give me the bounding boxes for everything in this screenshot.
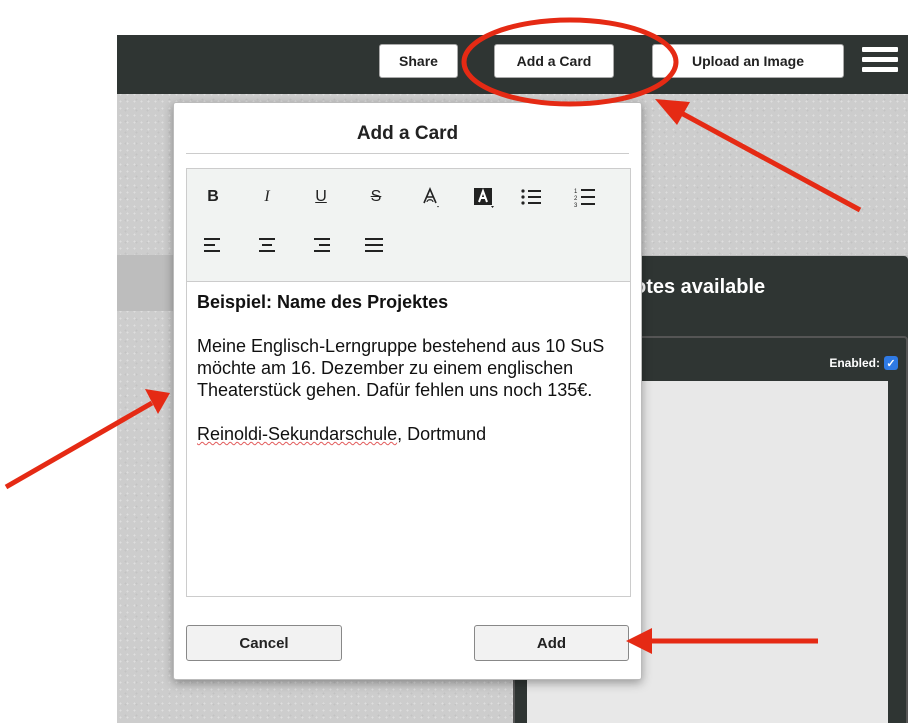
svg-text:2: 2 [574,196,578,202]
hamburger-icon[interactable] [862,47,898,77]
add-button[interactable]: Add [474,625,629,661]
svg-text:1: 1 [574,189,578,195]
numbered-list-icon[interactable]: 123 [571,183,599,211]
enabled-label: Enabled: [829,356,880,370]
svg-text:3: 3 [574,203,578,208]
align-center-icon[interactable] [253,231,281,259]
align-right-icon[interactable] [307,231,335,259]
card-heading: Beispiel: Name des Projektes [197,292,449,312]
enabled-toggle[interactable]: Enabled: ✓ [829,356,898,370]
align-left-icon[interactable] [199,231,227,259]
upload-image-button[interactable]: Upload an Image [652,44,844,78]
strikethrough-button[interactable]: S [362,183,390,211]
rich-text-editor[interactable]: B I U S 123 Beispiel: Name des Projektes… [186,168,631,597]
signature-rest: , Dortmund [397,424,487,444]
misspelled-word: Reinoldi-Sekundarschule [197,424,398,444]
bullet-list-icon[interactable] [517,183,545,211]
notes-title: otes available [634,276,766,298]
highlight-color-icon[interactable] [470,183,498,211]
checkbox-checked-icon[interactable]: ✓ [884,356,898,370]
dialog-title: Add a Card [356,123,459,144]
align-justify-icon[interactable] [360,231,388,259]
add-card-dialog: Add a Card B I U S 123 Beispiel: Name de… [173,102,642,680]
divider [186,153,629,154]
card-signature: Reinoldi-Sekundarschule, Dortmund [197,423,617,445]
share-button[interactable]: Share [379,44,458,78]
top-bar: Share Add a Card Upload an Image [117,35,908,94]
card-body: Meine Englisch-Lerngruppe bestehend aus … [197,336,605,400]
cancel-button[interactable]: Cancel [186,625,342,661]
italic-button[interactable]: I [253,183,281,211]
underline-button[interactable]: U [307,183,335,211]
font-color-icon[interactable] [416,183,444,211]
editor-toolbar: B I U S 123 [187,169,630,282]
bold-button[interactable]: B [199,183,227,211]
editor-content[interactable]: Beispiel: Name des Projektes Meine Engli… [197,291,617,445]
add-card-button[interactable]: Add a Card [494,44,614,78]
